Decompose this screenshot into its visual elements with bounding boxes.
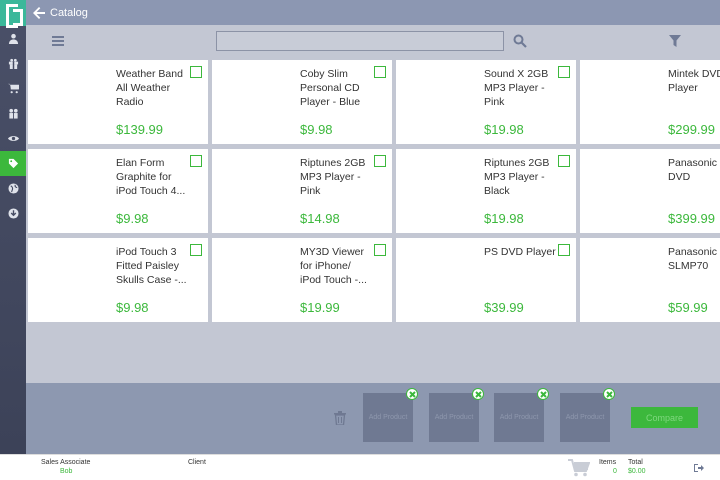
header-bar: Catalog <box>26 0 720 25</box>
product-price: $19.98 <box>484 122 524 137</box>
filter-icon[interactable] <box>669 35 681 47</box>
product-card[interactable]: Panasonic P DVD $399.99 <box>580 149 720 233</box>
footer-bar: Sales Associate Bob Client Items 0 Total… <box>0 454 720 480</box>
items-label: Items <box>599 459 617 466</box>
remove-slot-icon[interactable] <box>406 388 418 400</box>
product-card[interactable]: Mintek DVD Player $299.99 <box>580 60 720 144</box>
product-card[interactable]: Weather Band All Weather Radio $139.99 <box>28 60 208 144</box>
product-name: Sound X 2GB MP3 Player - Pink <box>484 68 549 108</box>
compare-checkbox[interactable] <box>190 155 202 167</box>
product-price: $139.99 <box>116 122 163 137</box>
product-price: $9.98 <box>300 122 333 137</box>
product-card[interactable]: Panasonic SLMP70 $59.99 <box>580 238 720 322</box>
product-card[interactable]: Sound X 2GB MP3 Player - Pink $19.98 <box>396 60 576 144</box>
compare-checkbox[interactable] <box>190 244 202 256</box>
compare-slot[interactable]: Add Product <box>429 393 479 442</box>
sidebar <box>0 0 26 454</box>
eye-icon <box>7 136 19 141</box>
product-card[interactable]: PS DVD Player $39.99 <box>396 238 576 322</box>
sidebar-item-catalog[interactable] <box>0 151 26 176</box>
product-price: $9.98 <box>116 300 149 315</box>
app-logo <box>0 0 26 28</box>
product-card[interactable]: Riptunes 2GB MP3 Player - Black $19.98 <box>396 149 576 233</box>
sign-out-icon[interactable] <box>694 463 704 473</box>
globe-icon <box>7 183 19 194</box>
sidebar-item-download[interactable] <box>0 201 26 226</box>
trash-icon[interactable] <box>334 411 346 425</box>
items-count: 0 <box>613 468 617 475</box>
product-name: Mintek DVD Player <box>668 68 720 94</box>
compare-checkbox[interactable] <box>374 155 386 167</box>
product-price: $9.98 <box>116 211 149 226</box>
search-icon[interactable] <box>513 34 527 48</box>
product-grid: Weather Band All Weather Radio $139.99 C… <box>26 59 720 383</box>
product-card[interactable]: MY3D Viewer for iPhone/ iPod Touch -... … <box>212 238 392 322</box>
toolbar <box>26 25 720 59</box>
remove-slot-icon[interactable] <box>472 388 484 400</box>
product-price: $19.99 <box>300 300 340 315</box>
sales-associate-value[interactable]: Bob <box>60 468 72 475</box>
product-price: $19.98 <box>484 211 524 226</box>
total-label: Total <box>628 459 643 466</box>
product-card[interactable]: iPod Touch 3 Fitted Paisley Skulls Case … <box>28 238 208 322</box>
product-price: $59.99 <box>668 300 708 315</box>
product-card[interactable]: Elan Form Graphite for iPod Touch 4... $… <box>28 149 208 233</box>
product-name: Riptunes 2GB MP3 Player - Pink <box>300 157 366 197</box>
product-price: $39.99 <box>484 300 524 315</box>
tag-icon <box>8 158 18 169</box>
sales-associate-label: Sales Associate <box>41 459 91 466</box>
product-name: Panasonic P DVD <box>668 157 720 183</box>
compare-checkbox[interactable] <box>558 66 570 78</box>
product-name: Coby Slim Personal CD Player - Blue <box>300 68 361 108</box>
sidebar-item-associates[interactable] <box>0 101 26 126</box>
person-icon <box>8 33 18 44</box>
sidebar-item-gifts[interactable] <box>0 51 26 76</box>
total-value: $0.00 <box>628 468 646 475</box>
remove-slot-icon[interactable] <box>537 388 549 400</box>
product-price: $299.99 <box>668 122 715 137</box>
product-name: Elan Form Graphite for iPod Touch 4... <box>116 157 186 197</box>
product-name: Panasonic SLMP70 <box>668 246 718 272</box>
compare-button[interactable]: Compare <box>631 407 698 428</box>
download-circle-icon <box>7 208 19 219</box>
compare-slot[interactable]: Add Product <box>494 393 544 442</box>
compare-checkbox[interactable] <box>374 66 386 78</box>
product-name: Riptunes 2GB MP3 Player - Black <box>484 157 550 197</box>
cart-icon <box>7 83 19 94</box>
compare-slot[interactable]: Add Product <box>363 393 413 442</box>
compare-checkbox[interactable] <box>558 244 570 256</box>
compare-checkbox[interactable] <box>374 244 386 256</box>
compare-checkbox[interactable] <box>190 66 202 78</box>
remove-slot-icon[interactable] <box>603 388 615 400</box>
page-title: Catalog <box>50 6 88 19</box>
product-price: $14.98 <box>300 211 340 226</box>
product-card[interactable]: Riptunes 2GB MP3 Player - Pink $14.98 <box>212 149 392 233</box>
back-arrow-icon[interactable] <box>32 6 46 20</box>
sidebar-item-globe[interactable] <box>0 176 26 201</box>
product-card[interactable]: Coby Slim Personal CD Player - Blue $9.9… <box>212 60 392 144</box>
sidebar-item-customer[interactable] <box>0 26 26 51</box>
search-input[interactable] <box>216 31 504 51</box>
product-name: iPod Touch 3 Fitted Paisley Skulls Case … <box>116 246 187 286</box>
sidebar-item-cart[interactable] <box>0 76 26 101</box>
compare-bar: Add Product Add Product Add Product Add … <box>26 383 720 454</box>
product-name: Weather Band All Weather Radio <box>116 68 183 108</box>
menu-icon[interactable] <box>52 36 64 46</box>
people-icon <box>8 108 18 119</box>
sidebar-item-watch[interactable] <box>0 126 26 151</box>
client-label[interactable]: Client <box>188 459 206 466</box>
product-price: $399.99 <box>668 211 715 226</box>
product-name: PS DVD Player <box>484 246 556 258</box>
compare-checkbox[interactable] <box>558 155 570 167</box>
app-window: Catalog Weather Band All Weather Radio $… <box>0 0 720 480</box>
gift-icon <box>8 58 18 69</box>
cart-icon[interactable] <box>568 459 590 477</box>
compare-slot[interactable]: Add Product <box>560 393 610 442</box>
product-name: MY3D Viewer for iPhone/ iPod Touch -... <box>300 246 367 286</box>
